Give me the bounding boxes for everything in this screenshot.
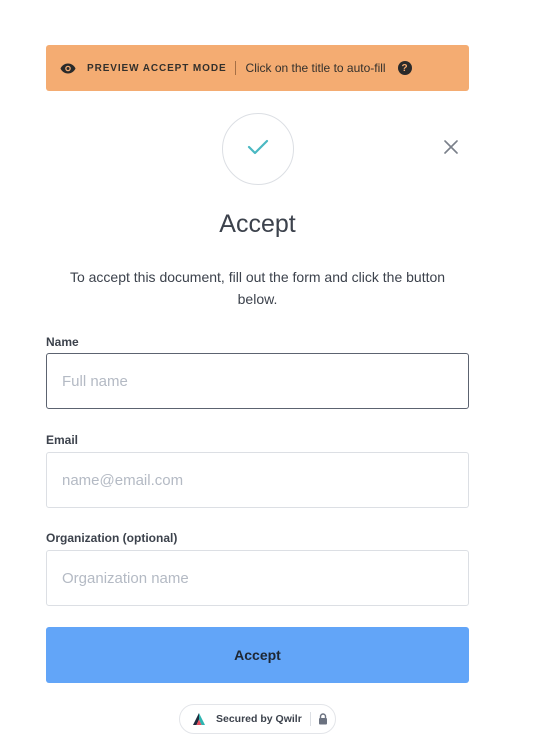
autofill-hint: Click on the title to auto-fill — [245, 61, 386, 75]
success-check-badge — [222, 113, 294, 185]
name-input[interactable] — [46, 353, 469, 409]
name-label: Name — [46, 335, 79, 349]
dialog-description: To accept this document, fill out the fo… — [69, 269, 446, 307]
checkmark-icon — [247, 139, 269, 160]
organization-input[interactable] — [46, 550, 469, 606]
accept-button[interactable]: Accept — [46, 627, 469, 683]
close-icon[interactable] — [444, 139, 458, 159]
badge-divider — [309, 712, 311, 726]
qwilr-logo-icon — [192, 711, 208, 727]
help-icon[interactable]: ? — [397, 61, 412, 75]
dialog-title: Accept — [219, 210, 296, 238]
preview-mode-label: PREVIEW ACCEPT MODE — [87, 62, 227, 74]
close-button[interactable] — [441, 139, 461, 159]
preview-mode-banner[interactable]: PREVIEW ACCEPT MODE Click on the title t… — [46, 45, 469, 91]
email-label: Email — [46, 433, 79, 447]
email-input[interactable] — [46, 452, 469, 508]
secured-text: Secured by Qwilr — [216, 713, 302, 725]
lock-icon — [318, 712, 330, 726]
organization-label: Organization (optional) — [46, 531, 178, 545]
banner-divider — [234, 61, 236, 75]
secured-by-badge[interactable]: Secured by Qwilr — [179, 704, 336, 734]
eye-icon — [60, 62, 78, 74]
